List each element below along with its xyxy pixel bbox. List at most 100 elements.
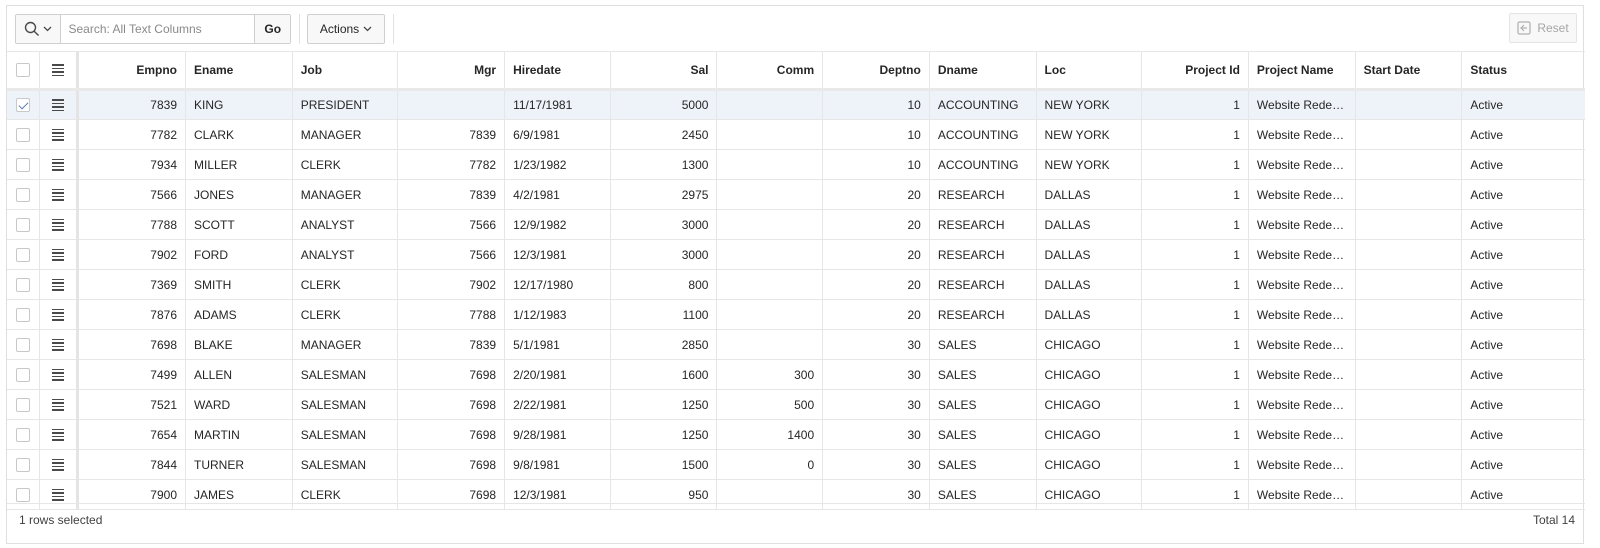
cell-hiredate[interactable]: 9/28/1981 bbox=[504, 419, 611, 450]
cell-project-name[interactable]: Website Redesign bbox=[1248, 89, 1356, 120]
cell-mgr[interactable]: 7698 bbox=[397, 419, 506, 450]
cell-mgr[interactable]: 7566 bbox=[397, 239, 506, 270]
row-checkbox[interactable] bbox=[16, 367, 31, 382]
cell-status[interactable]: Active bbox=[1461, 179, 1585, 210]
cell-status[interactable]: Active bbox=[1461, 389, 1585, 420]
cell-status[interactable]: Active bbox=[1461, 299, 1585, 330]
cell-project-name[interactable]: Website Redesign bbox=[1248, 299, 1356, 330]
cell-mgr[interactable]: 7839 bbox=[397, 329, 506, 360]
column-header-dname[interactable]: Dname bbox=[929, 51, 1037, 91]
column-header-hiredate[interactable]: Hiredate bbox=[504, 51, 611, 91]
column-header-sal[interactable]: Sal bbox=[610, 51, 718, 91]
table-row[interactable]: 7934 MILLER CLERK 7782 1/23/1982 1300 10 ACCOUN… bbox=[7, 149, 1585, 180]
cell-status[interactable]: Active bbox=[1461, 149, 1585, 180]
cell-sal[interactable]: 2850 bbox=[610, 329, 718, 360]
cell-comm[interactable] bbox=[716, 89, 824, 120]
cell-sal[interactable]: 1300 bbox=[610, 149, 718, 180]
cell-status[interactable]: Active bbox=[1461, 119, 1585, 150]
cell-project-id[interactable]: 1 bbox=[1141, 389, 1249, 420]
cell-deptno[interactable]: 10 bbox=[822, 149, 930, 180]
cell-deptno[interactable]: 20 bbox=[822, 239, 930, 270]
cell-hiredate[interactable]: 12/3/1981 bbox=[504, 239, 611, 270]
cell-mgr[interactable]: 7782 bbox=[397, 149, 506, 180]
cell-deptno[interactable]: 10 bbox=[822, 89, 930, 120]
row-checkbox[interactable] bbox=[16, 337, 31, 352]
cell-mgr[interactable]: 7902 bbox=[397, 269, 506, 300]
cell-hiredate[interactable]: 1/23/1982 bbox=[504, 149, 611, 180]
cell-comm[interactable] bbox=[716, 209, 824, 240]
cell-ename[interactable]: MARTIN bbox=[185, 419, 293, 450]
cell-empno[interactable]: 7499 bbox=[77, 359, 186, 390]
cell-sal[interactable]: 1600 bbox=[610, 359, 718, 390]
cell-hiredate[interactable]: 2/20/1981 bbox=[504, 359, 611, 390]
row-actions-menu-icon[interactable] bbox=[52, 157, 65, 173]
cell-hiredate[interactable]: 5/1/1981 bbox=[504, 329, 611, 360]
cell-project-name[interactable]: Website Redesign bbox=[1248, 389, 1356, 420]
cell-start-date[interactable] bbox=[1355, 329, 1463, 360]
column-header-status[interactable]: Status bbox=[1461, 51, 1585, 91]
cell-job[interactable]: MANAGER bbox=[292, 179, 399, 210]
cell-status[interactable]: Active bbox=[1461, 89, 1585, 120]
cell-empno[interactable]: 7844 bbox=[77, 449, 186, 480]
cell-deptno[interactable]: 20 bbox=[822, 269, 930, 300]
cell-sal[interactable]: 1100 bbox=[610, 299, 718, 330]
cell-loc[interactable]: DALLAS bbox=[1036, 299, 1143, 330]
row-actions-menu-icon[interactable] bbox=[52, 457, 65, 473]
cell-status[interactable]: Active bbox=[1461, 449, 1585, 480]
cell-project-name[interactable]: Website Redesign bbox=[1248, 449, 1356, 480]
table-row[interactable]: 7839 KING PRESIDENT 11/17/1981 5000 10 ACCOUNT… bbox=[7, 89, 1585, 120]
cell-empno[interactable]: 7839 bbox=[77, 89, 186, 120]
cell-job[interactable]: SALESMAN bbox=[292, 359, 399, 390]
row-checkbox[interactable] bbox=[16, 277, 31, 292]
cell-ename[interactable]: ALLEN bbox=[185, 359, 293, 390]
cell-loc[interactable]: DALLAS bbox=[1036, 179, 1143, 210]
table-row[interactable]: 7876 ADAMS CLERK 7788 1/12/1983 1100 20 RESEARC… bbox=[7, 299, 1585, 330]
cell-loc[interactable]: DALLAS bbox=[1036, 239, 1143, 270]
cell-start-date[interactable] bbox=[1355, 419, 1463, 450]
cell-empno[interactable]: 7566 bbox=[77, 179, 186, 210]
cell-ename[interactable]: WARD bbox=[185, 389, 293, 420]
cell-ename[interactable]: JONES bbox=[185, 179, 293, 210]
cell-project-name[interactable]: Website Redesign bbox=[1248, 329, 1356, 360]
row-checkbox[interactable] bbox=[16, 487, 31, 502]
cell-project-name[interactable]: Website Redesign bbox=[1248, 149, 1356, 180]
cell-empno[interactable]: 7788 bbox=[77, 209, 186, 240]
cell-loc[interactable]: NEW YORK bbox=[1036, 89, 1143, 120]
cell-status[interactable]: Active bbox=[1461, 419, 1585, 450]
cell-job[interactable]: SALESMAN bbox=[292, 449, 399, 480]
cell-empno[interactable]: 7876 bbox=[77, 299, 186, 330]
cell-comm[interactable]: 1400 bbox=[716, 419, 824, 450]
cell-loc[interactable]: CHICAGO bbox=[1036, 449, 1143, 480]
row-actions-menu-icon[interactable] bbox=[52, 487, 65, 503]
cell-project-id[interactable]: 1 bbox=[1141, 269, 1249, 300]
cell-deptno[interactable]: 30 bbox=[822, 419, 930, 450]
cell-hiredate[interactable]: 12/17/1980 bbox=[504, 269, 611, 300]
cell-dname[interactable]: RESEARCH bbox=[929, 269, 1037, 300]
cell-deptno[interactable]: 30 bbox=[822, 389, 930, 420]
actions-menu-button[interactable]: Actions bbox=[307, 14, 385, 44]
cell-project-id[interactable]: 1 bbox=[1141, 179, 1249, 210]
cell-ename[interactable]: FORD bbox=[185, 239, 293, 270]
cell-comm[interactable] bbox=[716, 269, 824, 300]
cell-sal[interactable]: 5000 bbox=[610, 89, 718, 120]
cell-ename[interactable]: TURNER bbox=[185, 449, 293, 480]
cell-project-id[interactable]: 1 bbox=[1141, 299, 1249, 330]
cell-comm[interactable] bbox=[716, 179, 824, 210]
cell-dname[interactable]: RESEARCH bbox=[929, 239, 1037, 270]
cell-mgr[interactable]: 7839 bbox=[397, 119, 506, 150]
row-checkbox[interactable] bbox=[16, 98, 31, 113]
row-actions-menu-icon[interactable] bbox=[52, 127, 65, 143]
table-row[interactable]: 7698 BLAKE MANAGER 7839 5/1/1981 2850 30 SALES C… bbox=[7, 329, 1585, 360]
cell-start-date[interactable] bbox=[1355, 389, 1463, 420]
cell-sal[interactable]: 2450 bbox=[610, 119, 718, 150]
cell-dname[interactable]: SALES bbox=[929, 419, 1037, 450]
cell-ename[interactable]: SCOTT bbox=[185, 209, 293, 240]
cell-dname[interactable]: SALES bbox=[929, 389, 1037, 420]
cell-hiredate[interactable]: 11/17/1981 bbox=[504, 89, 611, 120]
row-actions-menu-icon[interactable] bbox=[52, 247, 65, 263]
cell-hiredate[interactable]: 12/9/1982 bbox=[504, 209, 611, 240]
cell-project-id[interactable]: 1 bbox=[1141, 419, 1249, 450]
search-column-menu-button[interactable] bbox=[16, 15, 62, 43]
cell-deptno[interactable]: 20 bbox=[822, 179, 930, 210]
column-header-ename[interactable]: Ename bbox=[185, 51, 293, 91]
